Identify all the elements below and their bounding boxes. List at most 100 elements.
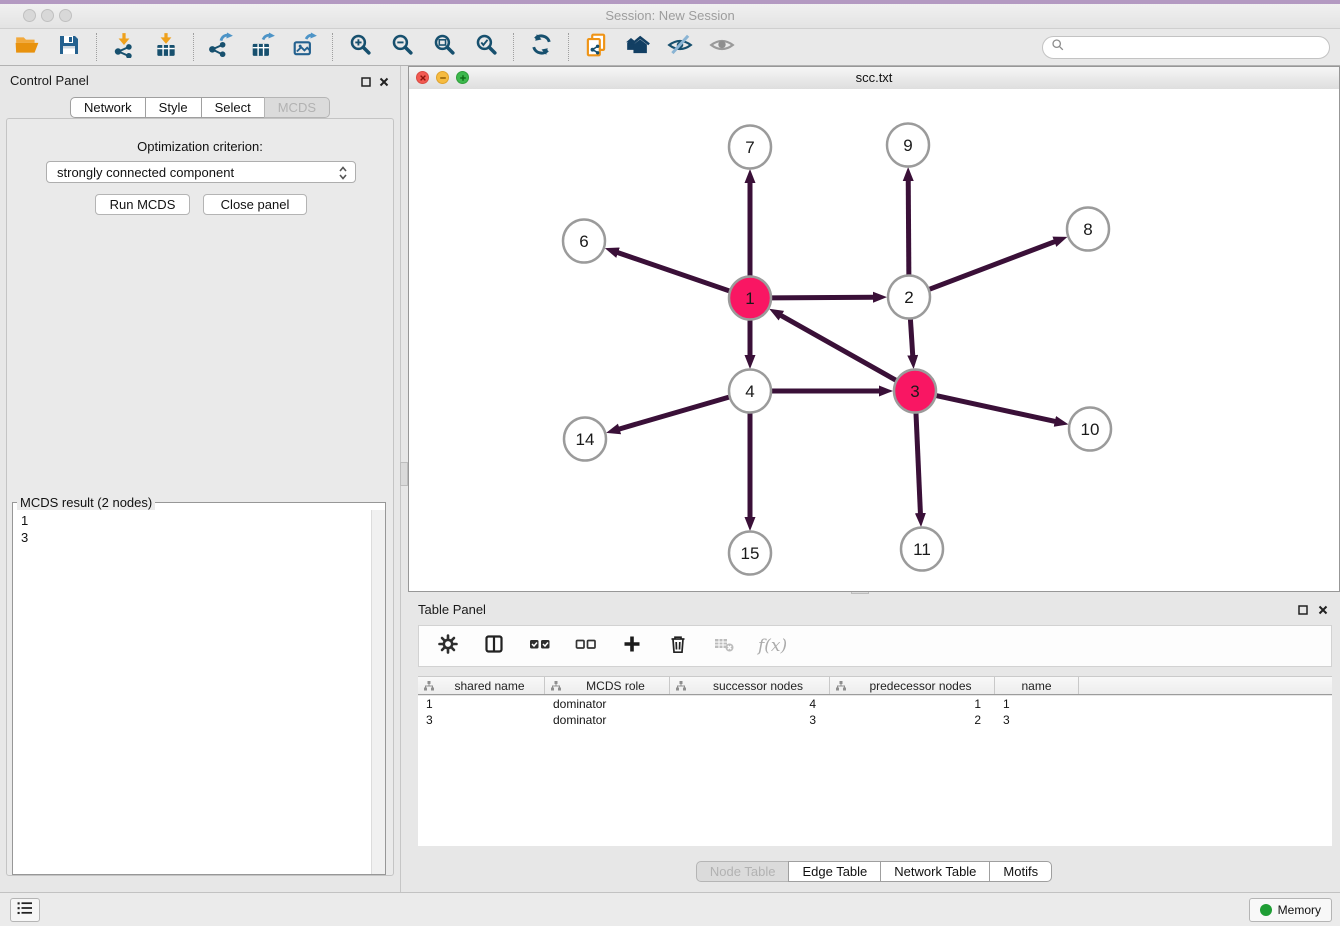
zoom-selected-button[interactable] <box>468 32 504 62</box>
show-columns-button[interactable] <box>482 634 506 658</box>
checked-boxes-icon <box>529 634 551 659</box>
zoom-fit-button[interactable] <box>426 32 462 62</box>
tab-style[interactable]: Style <box>145 97 202 118</box>
close-icon <box>379 77 389 87</box>
graph-node-4[interactable]: 4 <box>729 370 771 413</box>
graph-node-8[interactable]: 8 <box>1067 208 1109 251</box>
tab-network-table[interactable]: Network Table <box>880 861 990 882</box>
edge-2-9[interactable] <box>908 180 909 276</box>
cell-shared-name[interactable]: 1 <box>418 697 545 711</box>
column-header-name[interactable]: name <box>995 677 1079 694</box>
hide-selected-button[interactable] <box>662 32 698 62</box>
edge-3-1[interactable] <box>780 315 896 381</box>
import-network-button[interactable] <box>106 32 142 62</box>
graph-node-10[interactable]: 10 <box>1069 408 1111 451</box>
export-image-button[interactable] <box>287 32 323 62</box>
graph-node-1[interactable]: 1 <box>729 277 771 320</box>
edge-3-10[interactable] <box>936 395 1056 421</box>
tab-motifs[interactable]: Motifs <box>989 861 1052 882</box>
tab-select[interactable]: Select <box>201 97 265 118</box>
table-body: 1dominator4113dominator323 <box>418 696 1332 846</box>
mcds-result-text: 1 3 <box>21 512 28 546</box>
graph-node-11[interactable]: 11 <box>901 528 943 571</box>
add-column-button[interactable] <box>620 634 644 658</box>
network-canvas[interactable]: 7 9 6 8 1 2 4 3 14 10 15 11 <box>409 89 1339 591</box>
export-network-button[interactable] <box>203 32 239 62</box>
svg-text:4: 4 <box>745 382 754 401</box>
search-input[interactable] <box>1070 39 1329 55</box>
unchecked-boxes-icon <box>575 634 597 659</box>
export-table-button[interactable] <box>245 32 281 62</box>
cell-predecessor-nodes[interactable]: 1 <box>830 697 995 711</box>
new-network-view-button[interactable] <box>578 32 614 62</box>
cell-mcds-role[interactable]: dominator <box>545 697 670 711</box>
cell-predecessor-nodes[interactable]: 2 <box>830 713 995 727</box>
edge-3-11[interactable] <box>916 412 921 514</box>
column-header-successor-nodes[interactable]: successor nodes <box>670 677 830 694</box>
table-settings-button[interactable] <box>436 634 460 658</box>
zoom-fit-icon <box>432 32 457 62</box>
cell-successor-nodes[interactable]: 4 <box>670 697 830 711</box>
control-panel-float-button[interactable] <box>359 75 373 89</box>
edge-4-14[interactable] <box>619 397 730 429</box>
graph-node-3[interactable]: 3 <box>894 370 936 413</box>
graph-node-9[interactable]: 9 <box>887 124 929 167</box>
graph-node-7[interactable]: 7 <box>729 126 771 169</box>
column-header-predecessor-nodes[interactable]: predecessor nodes <box>830 677 995 694</box>
open-session-button[interactable] <box>9 32 45 62</box>
memory-button[interactable]: Memory <box>1249 898 1332 922</box>
zoom-out-button[interactable] <box>384 32 420 62</box>
refresh-button[interactable] <box>523 32 559 62</box>
tab-network[interactable]: Network <box>70 97 146 118</box>
mcds-result-scrollbar[interactable] <box>371 510 385 874</box>
cell-successor-nodes[interactable]: 3 <box>670 713 830 727</box>
search-field[interactable] <box>1042 36 1330 59</box>
window-titlebar[interactable]: Session: New Session <box>0 4 1340 29</box>
graph-node-6[interactable]: 6 <box>563 220 605 263</box>
select-all-columns-button[interactable] <box>528 634 552 658</box>
close-panel-button[interactable]: Close panel <box>203 194 307 215</box>
graph-node-2[interactable]: 2 <box>888 276 930 319</box>
tree-icon <box>423 680 435 692</box>
import-table-button[interactable] <box>148 32 184 62</box>
tab-mcds[interactable]: MCDS <box>264 97 330 118</box>
graph-node-14[interactable]: 14 <box>564 418 606 461</box>
function-icon: f(x) <box>758 636 787 656</box>
cell-mcds-role[interactable]: dominator <box>545 713 670 727</box>
tab-node-table[interactable]: Node Table <box>696 861 790 882</box>
table-row-2[interactable]: 3dominator323 <box>418 712 1332 728</box>
edge-2-8[interactable] <box>929 241 1056 289</box>
criterion-dropdown[interactable]: strongly connected component <box>46 161 356 183</box>
close-icon <box>1318 605 1328 615</box>
cell-name[interactable]: 3 <box>995 713 1079 727</box>
cell-name[interactable]: 1 <box>995 697 1079 711</box>
save-session-button[interactable] <box>51 32 87 62</box>
cell-shared-name[interactable]: 3 <box>418 713 545 727</box>
home-button[interactable] <box>620 32 656 62</box>
apply-function-button[interactable]: f(x) <box>758 634 787 658</box>
graph-node-15[interactable]: 15 <box>729 532 771 575</box>
eye-icon <box>709 32 735 63</box>
tab-edge-table[interactable]: Edge Table <box>788 861 881 882</box>
show-all-button[interactable] <box>704 32 740 62</box>
deselect-all-columns-button[interactable] <box>574 634 598 658</box>
export-network-icon <box>208 32 234 63</box>
show-panel-list-button[interactable] <box>10 898 40 922</box>
vertical-splitter-grip[interactable] <box>400 462 408 486</box>
column-header-shared-name[interactable]: shared name <box>418 677 545 694</box>
status-bar: Memory <box>0 892 1340 926</box>
application-window: Session: New Session Control Panel <box>0 0 1340 926</box>
table-panel-float-button[interactable] <box>1296 603 1310 617</box>
table-row-1[interactable]: 1dominator411 <box>418 696 1332 712</box>
delete-table-button[interactable] <box>712 634 736 658</box>
edge-1-6[interactable] <box>617 252 730 291</box>
delete-column-button[interactable] <box>666 634 690 658</box>
edge-1-2[interactable] <box>771 297 874 298</box>
control-panel-close-button[interactable] <box>377 75 391 89</box>
column-header-mcds-role[interactable]: MCDS role <box>545 677 670 694</box>
zoom-in-button[interactable] <box>342 32 378 62</box>
edge-2-3[interactable] <box>910 318 912 356</box>
table-panel-close-button[interactable] <box>1316 603 1330 617</box>
run-mcds-button[interactable]: Run MCDS <box>95 194 190 215</box>
network-frame-titlebar[interactable]: scc.txt <box>409 67 1339 90</box>
